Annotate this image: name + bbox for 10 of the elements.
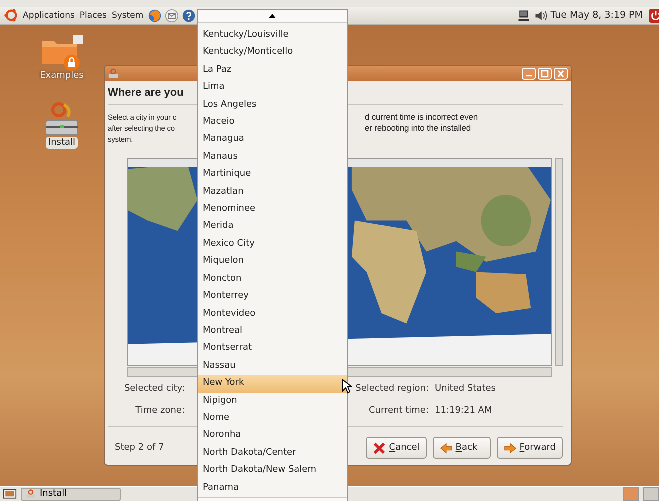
field-label: Selected region:	[354, 384, 430, 394]
intro-text: er rebooting into the installed	[365, 123, 472, 134]
field-label: Time zone:	[134, 406, 186, 416]
time-value: 11:19:21 AM	[435, 406, 494, 416]
field-label: Current time:	[368, 406, 430, 416]
intro-text: d current time is incorrect even	[365, 112, 478, 123]
step-indicator: Step 2 of 7	[115, 443, 164, 453]
region-value: United States	[435, 384, 497, 394]
page-heading: Where are you	[108, 86, 184, 101]
field-label: Selected city:	[123, 384, 186, 394]
